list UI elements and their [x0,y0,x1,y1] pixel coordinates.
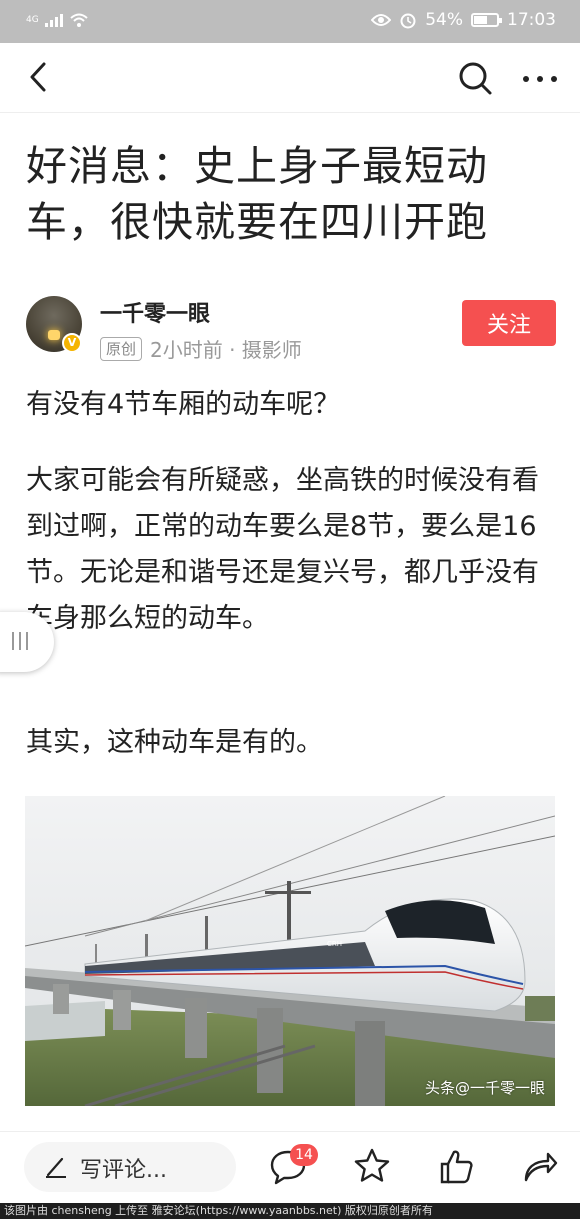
comment-input[interactable]: 写评论... [24,1142,236,1192]
network-label: 4G [26,15,39,25]
clock-time: 17:03 [507,10,556,30]
author-name[interactable]: 一千零一眼 [100,296,210,328]
nav-bar [0,43,580,113]
paragraph-3: 其实，这种动车是有的。 [26,727,323,758]
train-photo: CRH [25,796,555,1106]
star-icon[interactable] [352,1146,392,1186]
share-icon[interactable] [520,1146,560,1186]
search-icon[interactable] [456,59,494,97]
comment-placeholder: 写评论... [80,1158,167,1183]
wifi-icon [70,13,88,27]
publish-meta: 2小时前 · 摄影师 [150,338,302,362]
more-horizontal-icon[interactable] [520,59,560,95]
verified-badge-icon: V [62,333,82,353]
original-badge: 原创 [100,336,143,361]
pen-icon [46,1157,66,1178]
follow-button[interactable]: 关注 [462,300,556,346]
like-thumb-icon[interactable] [436,1146,476,1186]
svg-text:CRH: CRH [327,940,342,948]
battery-percent: 54% [425,10,463,30]
status-bar: 4G 54% 17:03 [0,0,580,43]
paragraph-2: 大家可能会有所疑惑，坐高铁的时候没有看到过啊，正常的动车要么是8节，要么是16节… [26,465,539,634]
author-meta: 原创 2小时前 · 摄影师 [100,334,302,363]
eye-icon [371,14,392,26]
status-left: 4G [26,12,89,28]
status-right: 54% 17:03 [371,10,556,30]
bottom-action-bar: 写评论... 14 [0,1131,580,1203]
paragraph-1: 有没有4节车厢的动车呢？ [26,389,341,420]
signal-icon [44,13,63,27]
chevron-left-icon[interactable] [22,59,58,95]
side-drawer-handle[interactable] [0,612,54,672]
alarm-icon [400,13,416,29]
comment-count-badge: 14 [290,1144,318,1166]
author-row: V 一千零一眼 原创 2小时前 · 摄影师 关注 [26,296,556,366]
footer-credit: 该图片由 chensheng 上传至 雅安论坛(https://www.yaan… [0,1203,580,1219]
battery-icon [471,13,502,27]
article-image[interactable]: CRH 头条@一千零一眼 [25,796,555,1106]
image-watermark: 头条@一千零一眼 [424,1079,545,1097]
article-title: 好消息：史上身子最短动车，很快就要在四川开跑 [26,142,488,246]
